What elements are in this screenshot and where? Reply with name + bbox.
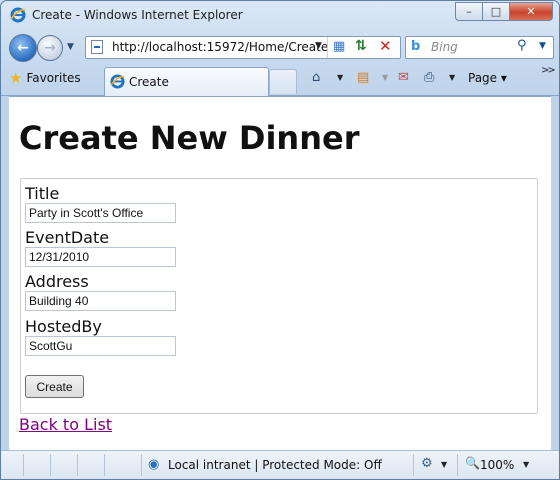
refresh-icon[interactable]: ⇅ [355, 38, 367, 54]
home-dropdown[interactable]: ▼ [337, 73, 343, 82]
status-divider [23, 454, 24, 476]
mail-icon[interactable]: ✉ [398, 70, 409, 85]
search-icon[interactable]: ⚲ [517, 38, 527, 53]
bing-icon: b [411, 39, 421, 54]
favorites-label: Favorites [26, 71, 81, 85]
print-icon[interactable]: ⎙ [424, 70, 434, 85]
page-content: Create New Dinner Title Party in Scott's… [9, 96, 551, 450]
browser-window: Create - Windows Internet Explorer – □ ✕… [0, 0, 560, 480]
status-divider [50, 454, 51, 476]
eventdate-label: EventDate [25, 228, 110, 247]
home-icon[interactable]: ⌂ [312, 70, 320, 85]
caption-buttons: – □ ✕ [455, 2, 553, 21]
security-zone[interactable]: Local intranet | Protected Mode: Off [168, 458, 382, 472]
hostedby-field[interactable]: ScottGu [25, 336, 176, 356]
zoom-icon[interactable]: 🔍 [465, 456, 480, 470]
search-input[interactable]: Bing [431, 40, 458, 54]
globe-icon: ◉ [148, 457, 160, 472]
status-divider [104, 454, 105, 476]
tab-label: Create [129, 75, 169, 89]
dinner-form: Title Party in Scott's Office EventDate … [20, 178, 538, 414]
search-dropdown[interactable]: ▼ [539, 41, 546, 51]
address-label: Address [25, 272, 89, 291]
rss-icon[interactable]: ▤ [357, 70, 369, 85]
compatibility-icon[interactable]: ▦ [333, 39, 348, 54]
tab-create[interactable]: Create [104, 67, 269, 96]
back-button[interactable]: ← [9, 34, 37, 62]
status-divider [141, 454, 142, 476]
command-bar: ★ Favorites Create ⌂ ▼ ▤ ▼ ✉ ⎙ ▼ Page ▾ … [1, 63, 559, 96]
navigation-bar: ← → ▼ http://localhost:15972/Home/Create… [1, 31, 559, 63]
title-bar: Create - Windows Internet Explorer – □ ✕ [1, 1, 559, 31]
page-icon [91, 40, 103, 54]
ie-logo-icon [10, 7, 26, 23]
minimize-button[interactable]: – [455, 2, 482, 21]
forward-arrow-icon: → [44, 40, 56, 56]
new-tab-button[interactable] [269, 69, 297, 94]
rss-dropdown[interactable]: ▼ [382, 73, 388, 82]
more-tools-chevron[interactable]: >> [541, 65, 556, 76]
print-dropdown[interactable]: ▼ [449, 73, 455, 82]
title-field[interactable]: Party in Scott's Office [25, 203, 176, 223]
hostedby-label: HostedBy [25, 317, 102, 336]
protected-dropdown[interactable]: ▼ [441, 460, 447, 469]
history-dropdown[interactable]: ▼ [67, 42, 74, 52]
status-divider [77, 454, 78, 476]
protected-mode-icon[interactable]: ⚙ [421, 456, 433, 471]
zoom-dropdown[interactable]: ▼ [523, 460, 529, 469]
title-label: Title [25, 184, 60, 203]
window-title: Create - Windows Internet Explorer [32, 8, 243, 22]
ie-logo-icon [110, 74, 125, 89]
page-menu-label: Page [468, 71, 498, 85]
address-dropdown[interactable]: ▼ [315, 41, 322, 51]
stop-icon[interactable]: ✕ [379, 37, 392, 55]
status-bar: ◉ Local intranet | Protected Mode: Off ⚙… [1, 450, 559, 479]
eventdate-field[interactable]: 12/31/2010 [25, 247, 176, 267]
back-arrow-icon: ← [17, 40, 29, 56]
maximize-button[interactable]: □ [482, 2, 509, 21]
search-box[interactable]: b Bing ⚲ ▼ [405, 36, 554, 59]
address-bar[interactable]: http://localhost:15972/Home/Create ▼ ▦ ⇅… [85, 36, 401, 59]
star-icon: ★ [9, 69, 23, 87]
back-to-list-link[interactable]: Back to List [19, 415, 112, 434]
close-button[interactable]: ✕ [509, 2, 553, 21]
status-divider [457, 454, 458, 476]
address-divider [327, 37, 328, 58]
favorites-button[interactable]: ★ Favorites [9, 66, 81, 90]
page-title: Create New Dinner [19, 119, 360, 157]
zoom-level[interactable]: 100% [480, 458, 514, 472]
address-field[interactable]: Building 40 [25, 291, 176, 311]
create-button[interactable]: Create [25, 375, 84, 398]
page-menu[interactable]: Page ▾ [468, 71, 507, 85]
status-divider [413, 454, 414, 476]
address-input[interactable]: http://localhost:15972/Home/Create [112, 40, 328, 54]
forward-button[interactable]: → [37, 35, 63, 61]
